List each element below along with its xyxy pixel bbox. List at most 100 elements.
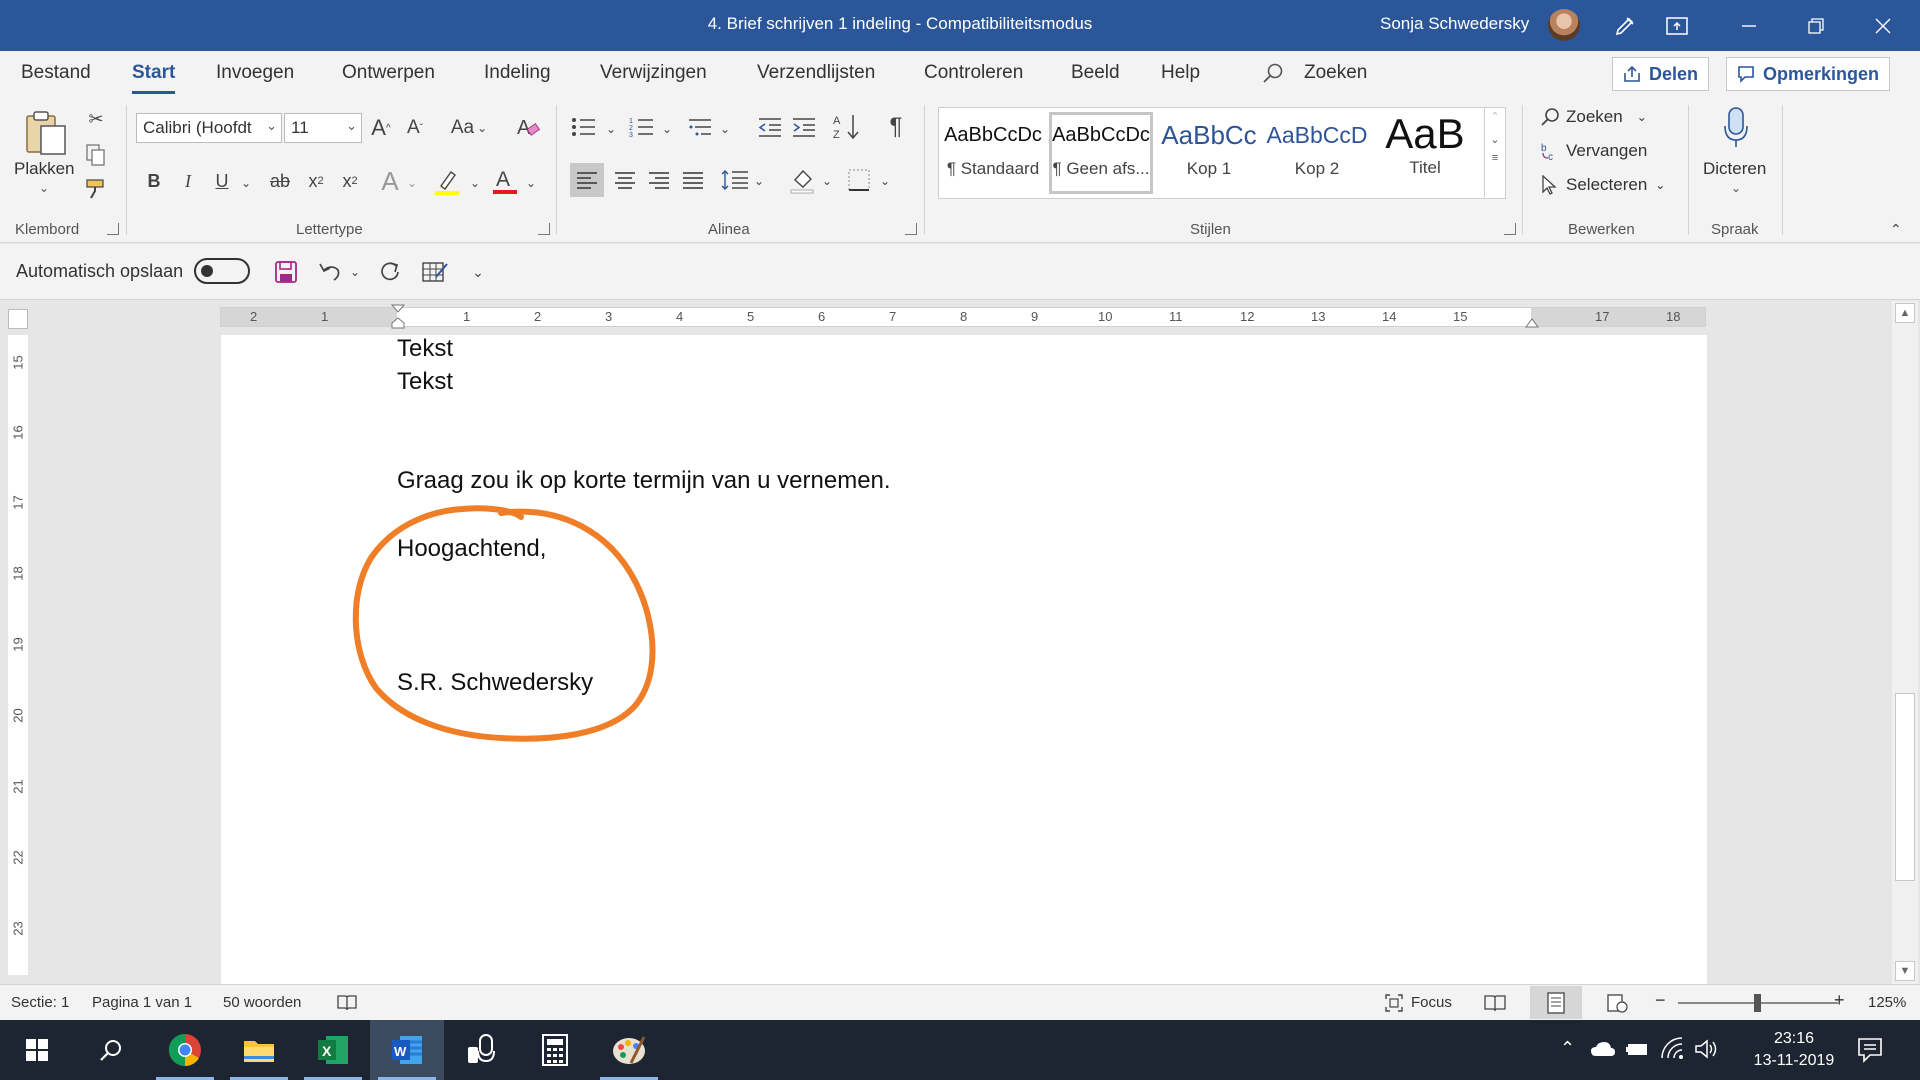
chevron-down-icon[interactable]: ⌄ [238,171,254,195]
style-titel[interactable]: AaB Titel [1373,110,1477,194]
decrease-indent-icon[interactable] [756,115,784,139]
onedrive-icon[interactable] [1590,1040,1616,1058]
paint-icon[interactable] [592,1020,666,1080]
align-center-icon[interactable] [608,163,642,197]
increase-indent-icon[interactable] [790,115,818,139]
font-launcher-icon[interactable] [538,223,550,235]
find-button[interactable]: Zoeken ⌄ [1540,107,1647,127]
vertical-ruler[interactable]: 15 16 17 18 19 20 21 22 23 [8,335,28,975]
avatar[interactable] [1548,9,1580,41]
align-right-icon[interactable] [642,163,676,197]
body-line[interactable]: Tekst [397,335,453,363]
dictation-app-icon[interactable] [444,1020,518,1080]
styles-scroll[interactable]: ⌃ ⌄ ≡ [1484,107,1506,199]
chrome-icon[interactable] [148,1020,222,1080]
paste-icon[interactable] [16,105,76,161]
tab-help[interactable]: Help [1161,62,1200,84]
close-icon[interactable] [1855,0,1911,51]
shrink-font-icon[interactable]: Aˇ [402,115,428,141]
bold-icon[interactable]: B [142,169,166,193]
ribbon-display-icon[interactable] [1649,0,1705,51]
clock[interactable]: 23:16 13-11-2019 [1744,1028,1844,1072]
comments-button[interactable]: Opmerkingen [1726,57,1891,91]
read-mode-icon[interactable] [1484,993,1506,1013]
tab-ontwerpen[interactable]: Ontwerpen [342,62,435,84]
share-button[interactable]: Delen [1612,57,1710,91]
style-geen-afstand[interactable]: AaBbCcDc ¶ Geen afs... [1049,112,1153,194]
chevron-down-icon[interactable]: ⌄ [878,169,892,193]
web-layout-icon[interactable] [1606,993,1628,1013]
undo-icon[interactable] [316,258,344,286]
table-edit-icon[interactable] [420,258,450,286]
grow-font-icon[interactable]: A ^ [368,115,394,141]
zoom-out-icon[interactable]: − [1655,990,1666,1011]
italic-icon[interactable]: I [176,169,200,193]
search-icon[interactable] [1262,62,1284,90]
chevron-down-icon[interactable]: ⌄ [1731,181,1741,195]
chevron-down-icon[interactable]: ⌄ [718,117,732,141]
cut-icon[interactable]: ✂ [84,107,108,131]
excel-icon[interactable]: X [296,1020,370,1080]
print-layout-view[interactable] [1530,986,1582,1019]
document-page[interactable]: Tekst Tekst Graag zou ik op korte termij… [221,335,1707,984]
tab-verwijzingen[interactable]: Verwijzingen [600,62,707,84]
subscript-icon[interactable]: x2 [302,169,330,193]
sort-icon[interactable]: AZ [832,113,862,141]
chevron-down-icon[interactable]: ⌄ [604,117,618,141]
chevron-down-icon[interactable]: ⌄ [820,169,834,193]
scroll-down-icon[interactable]: ⌄ [1485,133,1505,146]
scroll-thumb[interactable] [1895,693,1915,881]
word-icon[interactable]: W [370,1020,444,1080]
closing-sentence[interactable]: Graag zou ik op korte termijn van u vern… [397,467,891,495]
customize-qat-icon[interactable]: ⌄ [470,260,486,284]
windows-start-icon[interactable] [0,1020,74,1080]
chevron-down-icon[interactable]: ⌄ [524,171,538,195]
microphone-icon[interactable] [1718,105,1754,151]
style-kop-2[interactable]: AaBbCcD Kop 2 [1265,112,1369,194]
minimize-icon[interactable] [1721,0,1777,51]
highlight-icon[interactable] [432,167,462,197]
replace-button[interactable]: bc Vervangen [1540,141,1647,161]
chevron-down-icon[interactable]: ⌄ [405,171,419,195]
search-box[interactable]: Zoeken [1304,62,1367,84]
volume-icon[interactable] [1694,1038,1718,1060]
user-name[interactable]: Sonja Schwedersky [1380,14,1529,34]
action-center-icon[interactable] [1856,1036,1884,1064]
text-effects-icon[interactable]: A [376,166,404,196]
focus-label[interactable]: Focus [1411,994,1452,1011]
collapse-ribbon-icon[interactable]: ⌃ [1890,221,1902,238]
bullets-icon[interactable] [570,115,598,139]
autosave-toggle[interactable] [194,258,250,284]
multilevel-list-icon[interactable] [686,115,714,139]
paste-button[interactable]: Plakken [14,159,74,179]
chevron-down-icon[interactable]: ⌄ [752,169,766,193]
redo-icon[interactable] [376,258,404,286]
right-indent-marker-icon[interactable] [1525,316,1539,328]
strikethrough-icon[interactable]: ab [266,169,294,193]
zoom-slider-thumb[interactable] [1754,994,1761,1012]
pen-icon[interactable] [1597,0,1653,51]
tab-bestand[interactable]: Bestand [21,62,91,84]
file-explorer-icon[interactable] [222,1020,296,1080]
tab-indeling[interactable]: Indeling [484,62,551,84]
show-hidden-icons-icon[interactable]: ⌃ [1560,1038,1575,1059]
font-size-combo[interactable]: 11 ⌄ [284,113,362,143]
superscript-icon[interactable]: x2 [336,169,364,193]
align-left-icon[interactable] [570,163,604,197]
tab-verzendlijsten[interactable]: Verzendlijsten [757,62,875,84]
indent-marker-icon[interactable] [391,304,405,330]
body-line[interactable]: Tekst [397,368,453,396]
zoom-in-icon[interactable]: + [1834,990,1845,1011]
horizontal-ruler[interactable]: 2 1 1 2 3 4 5 6 7 8 9 10 11 12 13 14 15 … [220,304,1706,330]
calculator-icon[interactable] [518,1020,592,1080]
tab-beeld[interactable]: Beeld [1071,62,1120,84]
wifi-icon[interactable] [1660,1036,1684,1060]
font-color-icon[interactable]: A [490,165,520,197]
underline-icon[interactable]: U [210,169,234,193]
justify-icon[interactable] [676,163,710,197]
focus-icon[interactable] [1384,993,1404,1013]
tab-invoegen[interactable]: Invoegen [216,62,294,84]
status-page[interactable]: Pagina 1 van 1 [92,994,192,1011]
style-standaard[interactable]: AaBbCcDc ¶ Standaard [941,112,1045,194]
format-painter-icon[interactable] [84,177,108,201]
